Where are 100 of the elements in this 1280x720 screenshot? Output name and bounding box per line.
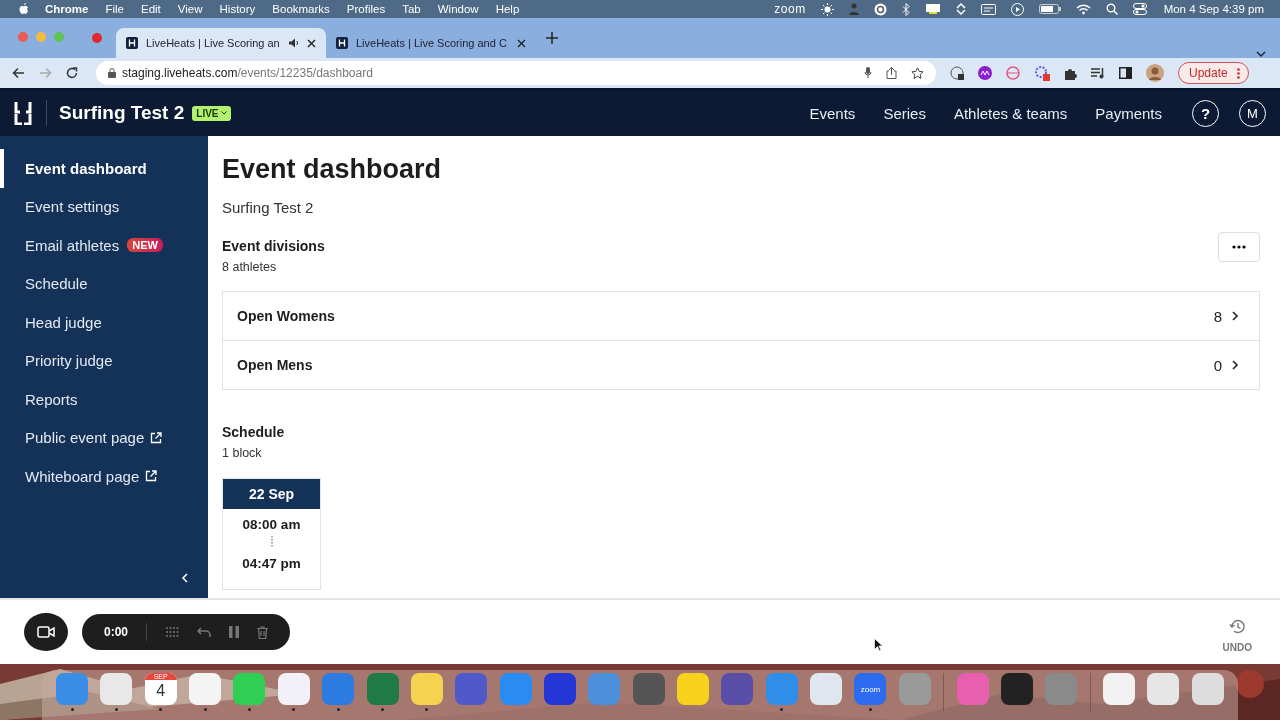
- grammar-icon[interactable]: [873, 2, 887, 16]
- app-icon[interactable]: [1191, 673, 1224, 705]
- menu-app-name[interactable]: Chrome: [45, 3, 89, 15]
- menu-item[interactable]: View: [177, 3, 203, 15]
- wifi-icon[interactable]: [1075, 3, 1091, 15]
- display-icon[interactable]: [924, 3, 941, 15]
- block-date: 22 Sep: [223, 479, 320, 509]
- microphone-icon[interactable]: [864, 67, 872, 79]
- menu-item[interactable]: File: [105, 3, 124, 15]
- arrows-icon[interactable]: [955, 3, 966, 15]
- nav-link[interactable]: Events: [809, 104, 856, 122]
- mouse-cursor-icon: [874, 638, 883, 652]
- sidebar-item[interactable]: Priority judge: [0, 341, 208, 380]
- site-logo-icon: [126, 37, 138, 49]
- nav-link[interactable]: Athletes & teams: [953, 104, 1068, 122]
- schedule-block[interactable]: 22 Sep 08:00 am 04:47 pm: [222, 478, 321, 590]
- profile-avatar[interactable]: [1146, 64, 1164, 82]
- nav-link[interactable]: Payments: [1095, 104, 1162, 122]
- side-panel-icon[interactable]: [1119, 67, 1132, 79]
- sidebar-item[interactable]: Public event page: [0, 418, 208, 457]
- caret-icon: [220, 111, 227, 115]
- camera-button[interactable]: [24, 613, 68, 651]
- sun-icon[interactable]: [820, 2, 834, 16]
- menu-item[interactable]: Bookmarks: [272, 3, 330, 15]
- page-subtitle: Surfing Test 2: [222, 199, 315, 216]
- division-name: Open Womens: [237, 308, 335, 324]
- menu-item[interactable]: History: [219, 3, 256, 15]
- app-icon[interactable]: [277, 673, 310, 705]
- app-icon[interactable]: [189, 673, 222, 705]
- bluetooth-icon[interactable]: [901, 2, 910, 16]
- more-icon: [1236, 67, 1240, 79]
- pause-icon[interactable]: [229, 626, 240, 638]
- division-row[interactable]: Open Mens 0: [223, 341, 1259, 389]
- dotted-line-icon: [270, 536, 273, 548]
- nav-link[interactable]: Series: [883, 104, 926, 122]
- section-count: 8 athletes: [222, 260, 278, 274]
- trash-icon[interactable]: [257, 625, 269, 639]
- menu-clock[interactable]: Mon 4 Sep 4:39 pm: [1163, 3, 1264, 15]
- athlete-count: 8: [1213, 307, 1222, 325]
- undo-icon[interactable]: [197, 626, 212, 638]
- menu-item[interactable]: Profiles: [346, 3, 386, 15]
- video-app-icon[interactable]: zoom: [854, 673, 887, 705]
- share-icon[interactable]: [886, 67, 897, 79]
- playlist-icon[interactable]: [1091, 67, 1105, 79]
- app-icon[interactable]: [1000, 673, 1033, 705]
- chevron-down-icon[interactable]: [1256, 51, 1266, 58]
- app-icon[interactable]: [677, 673, 710, 705]
- section-heading: Event divisions: [222, 238, 325, 254]
- search-icon[interactable]: [1105, 3, 1118, 15]
- new-badge: NEW: [127, 238, 163, 253]
- status-dropdown[interactable]: LIVE: [192, 105, 231, 121]
- undo-history-button[interactable]: UNDO: [1216, 618, 1258, 654]
- browser-tab[interactable]: LiveHeats | Live Scoring an: [116, 28, 326, 58]
- menu-item[interactable]: Edit: [141, 3, 161, 15]
- puzzle-icon[interactable]: [1064, 66, 1077, 80]
- extension-icon[interactable]: [978, 66, 992, 80]
- star-icon[interactable]: [911, 67, 924, 79]
- battery-icon[interactable]: [1038, 4, 1061, 14]
- app-logo-icon[interactable]: [14, 101, 32, 125]
- new-tab-icon[interactable]: [546, 32, 558, 44]
- window-icon[interactable]: [980, 3, 996, 15]
- lock-icon: [108, 68, 116, 78]
- athlete-count: 0: [1213, 356, 1222, 374]
- app-icon[interactable]: [1103, 673, 1135, 705]
- sidebar-item[interactable]: Event settings: [0, 187, 208, 226]
- menu-item[interactable]: Help: [495, 3, 520, 15]
- collapse-icon[interactable]: [181, 573, 188, 583]
- browser-tab[interactable]: LiveHeats | Live Scoring and C: [326, 28, 536, 58]
- app-icon[interactable]: [100, 673, 133, 705]
- sidebar-item[interactable]: Email athletes NEW: [0, 226, 208, 265]
- address-bar[interactable]: staging.liveheats.com/events/12235/dashboard: [96, 61, 936, 85]
- app-icon[interactable]: [810, 673, 843, 705]
- control-center-icon[interactable]: [1132, 3, 1147, 15]
- reload-icon[interactable]: [66, 67, 78, 79]
- apple-icon[interactable]: [18, 2, 30, 16]
- site-logo-icon: [336, 37, 348, 49]
- sidebar-item[interactable]: Reports: [0, 380, 208, 419]
- close-icon[interactable]: [517, 38, 526, 48]
- close-icon[interactable]: [307, 38, 316, 48]
- more-icon: [1232, 245, 1246, 249]
- sidebar-item[interactable]: Head judge: [0, 303, 208, 342]
- figure-icon[interactable]: [848, 3, 859, 15]
- zoom-status-item[interactable]: zoom: [774, 2, 806, 16]
- app-icon[interactable]: [543, 673, 576, 705]
- app-icon[interactable]: [410, 673, 443, 705]
- play-icon[interactable]: [1010, 2, 1024, 16]
- sidebar-item[interactable]: Whiteboard page: [0, 457, 208, 496]
- record-icon[interactable]: [92, 33, 102, 43]
- more-options-button[interactable]: [1218, 232, 1260, 262]
- sidebar-item[interactable]: Schedule: [0, 264, 208, 303]
- division-row[interactable]: Open Womens 8: [223, 292, 1259, 341]
- extension-icon[interactable]: [950, 66, 964, 80]
- grid-icon[interactable]: [165, 626, 180, 638]
- speaker-icon[interactable]: [288, 38, 299, 48]
- app-icon[interactable]: [1147, 673, 1180, 705]
- chevron-right-icon: [1232, 360, 1239, 370]
- menu-item[interactable]: Window: [437, 3, 479, 15]
- menu-item[interactable]: Tab: [402, 3, 421, 15]
- update-button[interactable]: Update: [1178, 62, 1249, 84]
- back-icon[interactable]: [12, 67, 25, 79]
